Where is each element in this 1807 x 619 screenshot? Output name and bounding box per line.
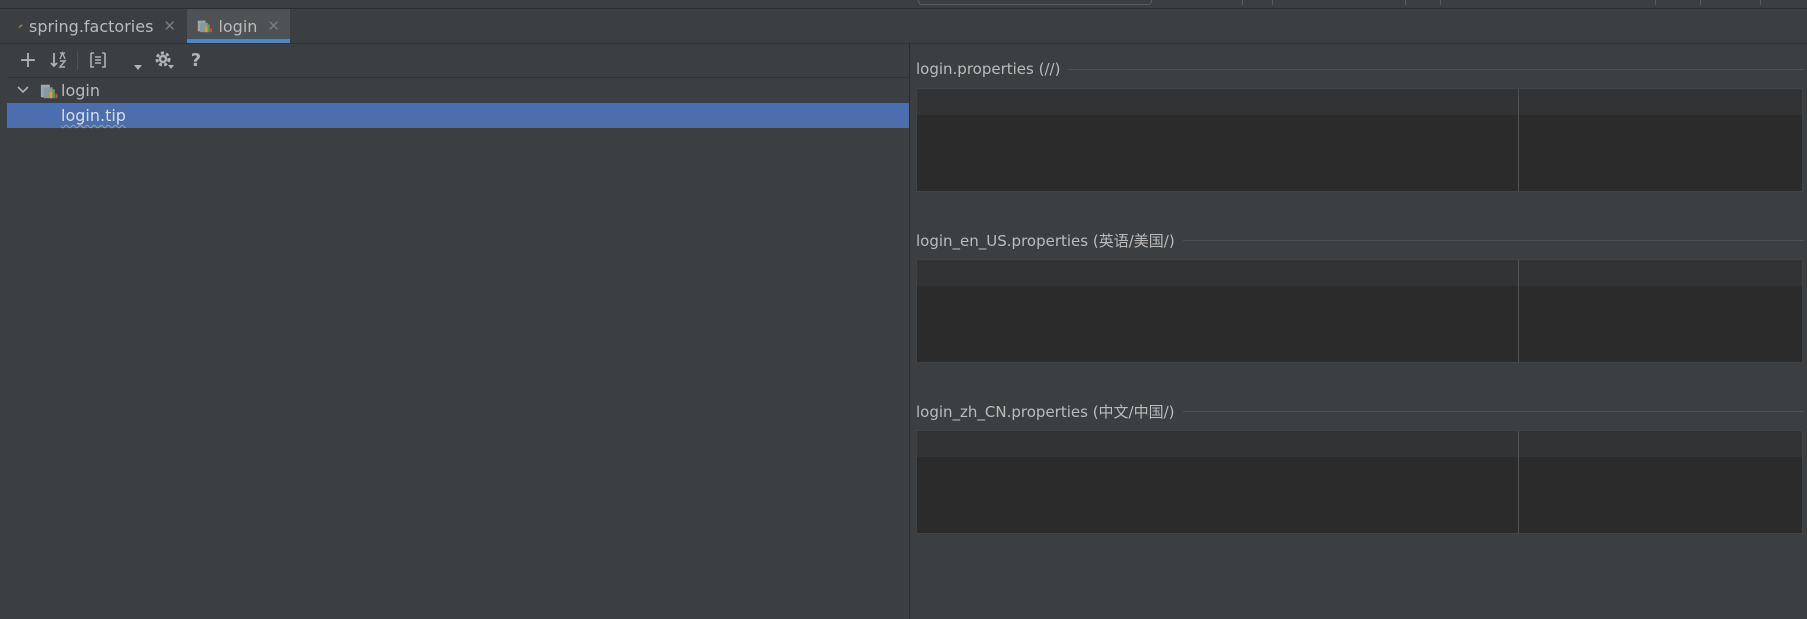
chevron-down-icon[interactable] — [15, 82, 31, 98]
tree-node-label: login — [61, 81, 100, 100]
editor-header — [917, 260, 1802, 286]
toolbar-separator — [1272, 0, 1273, 5]
section-divider — [1182, 239, 1804, 241]
resource-bundle-icon — [197, 20, 213, 33]
editor-tab-bar: spring.factories ✕ login ✕ — [0, 9, 1807, 44]
properties-section-default: login.properties (//) — [916, 56, 1806, 192]
resource-bundle-tree-panel: + ? login login.tip — [0, 44, 910, 619]
tab-label: spring.factories — [29, 16, 154, 36]
property-values-panel: login.properties (//) login_en_US.proper… — [910, 44, 1807, 619]
tree-node-label: login.tip — [61, 106, 126, 125]
section-title: login_en_US.properties (英语/美国/) — [916, 231, 1175, 250]
group-options-dropdown[interactable] — [131, 56, 145, 78]
column-separator — [1518, 89, 1519, 191]
spring-leaf-icon — [18, 24, 23, 29]
section-title: login.properties (//) — [916, 60, 1061, 78]
toolbar-separator — [1405, 0, 1406, 5]
properties-section-zh-cn: login_zh_CN.properties (中文/中国/) — [916, 398, 1806, 534]
tree-toolbar: + ? — [7, 44, 909, 78]
toolbar-separator — [1700, 0, 1701, 5]
sort-az-icon — [50, 51, 67, 68]
section-title: login_zh_CN.properties (中文/中国/) — [916, 402, 1175, 421]
close-icon[interactable]: ✕ — [267, 17, 280, 35]
column-separator — [1518, 431, 1519, 533]
help-button[interactable]: ? — [185, 49, 207, 71]
toolbar-separator — [77, 52, 78, 70]
toolbar-separator — [1760, 0, 1761, 5]
gear-icon — [155, 51, 174, 69]
dropdown-arrow-icon — [134, 65, 142, 70]
sort-alphabetically-button[interactable] — [48, 49, 70, 71]
close-icon[interactable]: ✕ — [163, 17, 176, 35]
search-field-edge[interactable] — [918, 0, 1152, 5]
properties-section-en-us: login_en_US.properties (英语/美国/) — [916, 227, 1806, 363]
resource-bundle-icon — [40, 84, 58, 99]
tab-label: login — [218, 16, 258, 36]
editor-header — [917, 89, 1802, 115]
tab-login[interactable]: login ✕ — [187, 9, 290, 43]
group-icon — [90, 52, 106, 68]
toolbar-separator — [1242, 0, 1243, 5]
toolbar-separator — [1655, 0, 1656, 5]
value-editor[interactable] — [916, 430, 1803, 534]
column-separator — [1518, 260, 1519, 362]
tab-spring-factories[interactable]: spring.factories ✕ — [8, 9, 186, 43]
plus-icon: + — [18, 47, 38, 73]
section-divider — [1182, 410, 1804, 412]
section-divider — [1068, 68, 1804, 70]
settings-button[interactable] — [153, 49, 175, 71]
property-tree: login login.tip — [7, 78, 909, 128]
tree-node-login-tip[interactable]: login.tip — [7, 103, 909, 128]
question-mark-icon: ? — [190, 49, 202, 71]
value-editor[interactable] — [916, 88, 1803, 192]
editor-header — [917, 431, 1802, 457]
tree-node-login[interactable]: login — [7, 78, 909, 103]
toolbar-separator — [1440, 0, 1441, 5]
value-editor[interactable] — [916, 259, 1803, 363]
top-toolbar-strip — [0, 0, 1807, 9]
add-property-button[interactable]: + — [17, 47, 39, 73]
group-by-button[interactable] — [87, 49, 109, 71]
